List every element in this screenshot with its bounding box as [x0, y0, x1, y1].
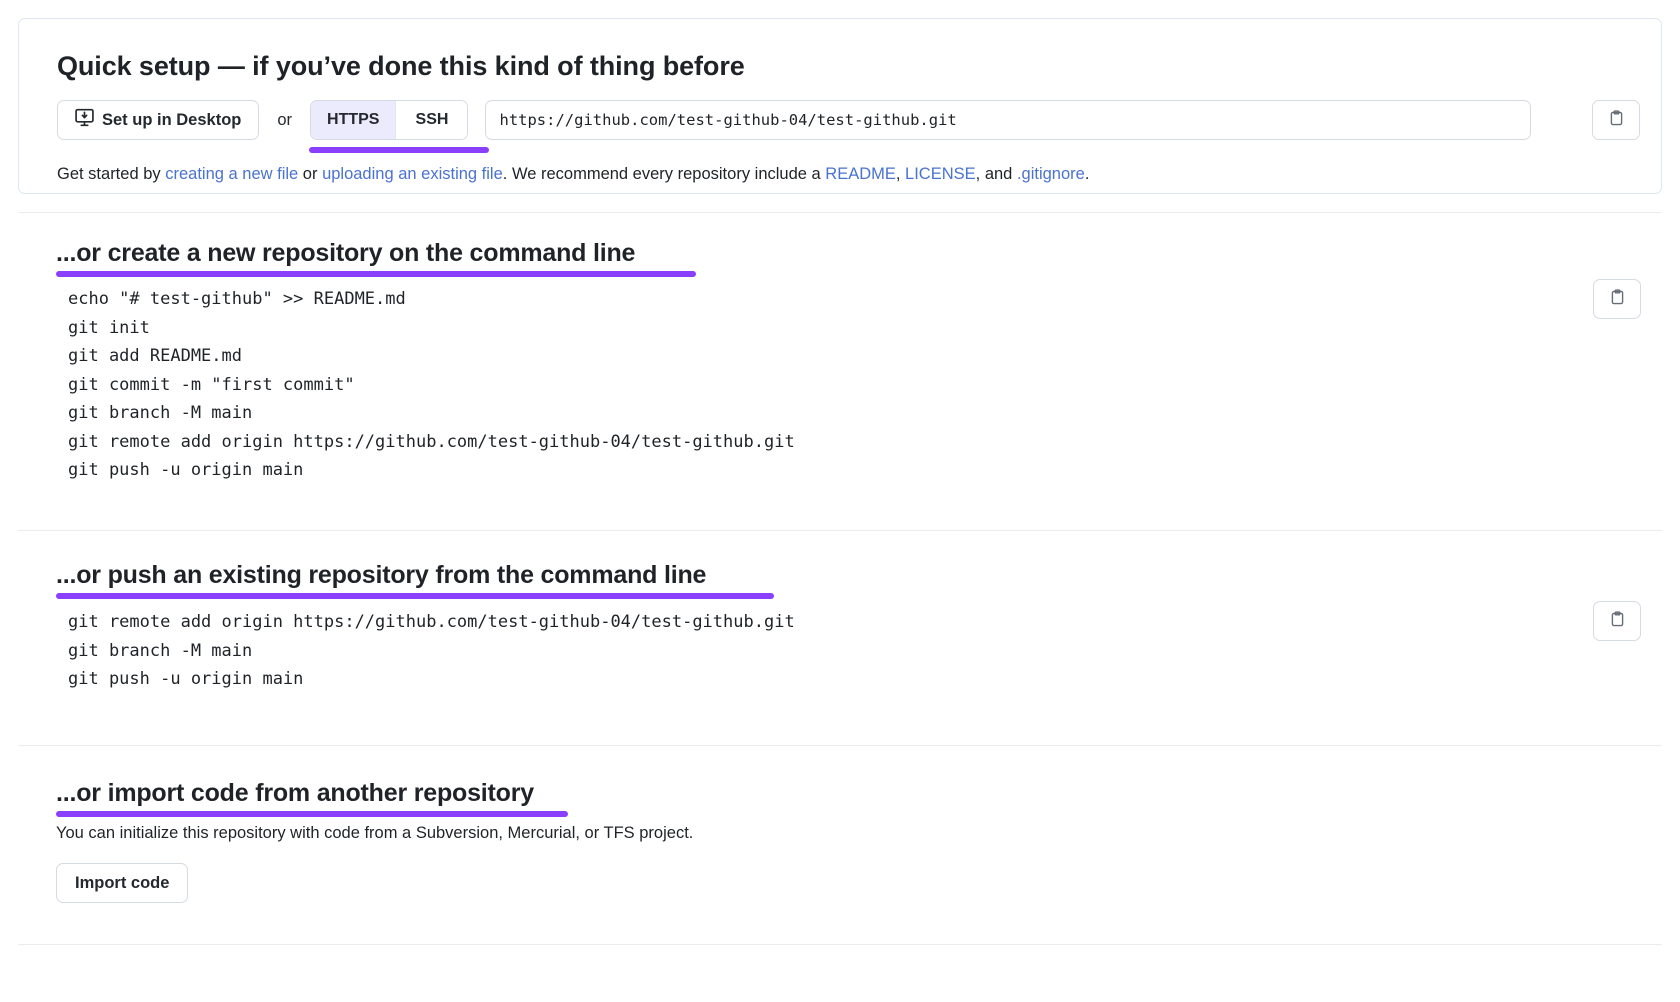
link-license[interactable]: LICENSE [905, 165, 976, 183]
get-started-prefix: Get started by [57, 165, 166, 183]
protocol-toggle-group: HTTPS SSH [310, 100, 469, 140]
desktop-download-icon [75, 108, 94, 132]
get-started-mid-2: . We recommend every repository include … [502, 165, 826, 183]
protocol-ssh-button[interactable]: SSH [395, 101, 468, 139]
or-label: or [277, 110, 293, 129]
page-title: Quick setup — if you’ve done this kind o… [57, 51, 745, 81]
section-create-heading: ...or create a new repository on the com… [56, 239, 636, 267]
section-create-new-repository: ...or create a new repository on the com… [18, 212, 1662, 530]
get-started-mid-1: or [298, 165, 323, 183]
get-started-suffix: . [1084, 165, 1090, 183]
code-line: echo "# test-github" >> README.md [68, 289, 406, 309]
import-code-button[interactable]: Import code [56, 863, 189, 903]
get-started-sep-1: , [895, 165, 906, 183]
copy-push-commands-button[interactable] [1593, 601, 1641, 641]
link-gitignore[interactable]: .gitignore [1017, 165, 1085, 183]
get-started-text: Get started by creating a new file or up… [57, 165, 1089, 184]
code-line: git push -u origin main [68, 460, 304, 480]
protocol-https-button[interactable]: HTTPS [311, 101, 396, 139]
copy-clone-url-button[interactable] [1592, 100, 1640, 140]
code-line: git branch -M main [68, 640, 253, 661]
quick-setup-panel: Quick setup — if you’ve done this kind o… [18, 18, 1662, 194]
code-line: git push -u origin main [68, 669, 304, 689]
quick-setup-page: Quick setup — if you’ve done this kind o… [0, 0, 1680, 1002]
set-up-in-desktop-button[interactable]: Set up in Desktop [57, 100, 260, 140]
section-import-code: ...or import code from another repositor… [18, 745, 1662, 945]
clipboard-icon [1609, 289, 1626, 309]
link-create-new-file[interactable]: creating a new file [165, 165, 298, 183]
section-import-heading-underline [56, 811, 568, 817]
protocol-toggle-highlight [309, 147, 489, 153]
code-line: git remote add origin https://github.com… [68, 612, 795, 632]
section-create-heading-underline [56, 271, 696, 277]
set-up-in-desktop-label: Set up in Desktop [102, 110, 242, 129]
clone-url-value: https://github.com/test-github-04/test-g… [499, 111, 957, 129]
code-line: git branch -M main [68, 403, 253, 423]
code-line: git add README.md [68, 346, 242, 366]
code-block-push[interactable]: git remote add origin https://github.com… [68, 608, 795, 694]
section-push-existing-repository: ...or push an existing repository from t… [18, 530, 1662, 745]
setup-actions-row: Set up in Desktop or HTTPS SSH https://g… [57, 100, 1532, 140]
get-started-sep-2: , and [975, 165, 1017, 183]
code-line: git remote add origin https://github.com… [68, 431, 795, 452]
code-block-create[interactable]: echo "# test-github" >> README.md git ini… [68, 285, 795, 485]
clipboard-icon [1608, 110, 1625, 130]
copy-create-commands-button[interactable] [1593, 279, 1641, 319]
section-push-heading-underline [56, 593, 774, 599]
link-upload-existing-file[interactable]: uploading an existing file [322, 165, 503, 183]
clone-url-field[interactable]: https://github.com/test-github-04/test-g… [485, 100, 1532, 140]
clipboard-icon [1609, 611, 1626, 631]
section-push-heading: ...or push an existing repository from t… [56, 561, 707, 589]
code-line: git init [68, 317, 150, 338]
link-readme[interactable]: README [825, 165, 896, 183]
section-import-description: You can initialize this repository with … [56, 824, 694, 842]
section-import-heading: ...or import code from another repositor… [56, 779, 534, 807]
code-line: git commit -m "first commit" [68, 374, 355, 395]
